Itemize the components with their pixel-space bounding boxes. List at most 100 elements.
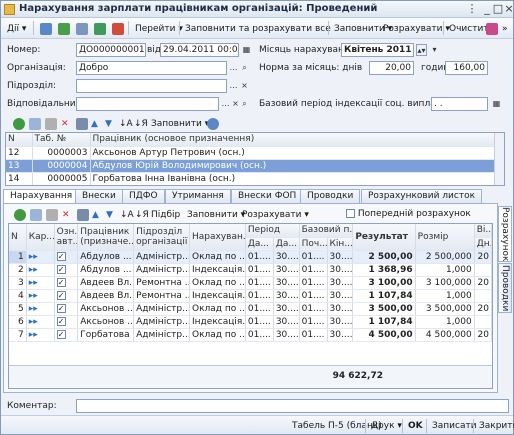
organization-field[interactable]: Добро xyxy=(76,61,227,75)
calendar-icon[interactable]: ▦ xyxy=(241,44,252,56)
main-toolbar: Дії ▾ Перейти ▾ Заповнити та розрахувати… xyxy=(1,18,513,39)
column-header-base-to[interactable]: Кін... xyxy=(327,237,354,251)
column-header-base-period[interactable]: Базовий п... xyxy=(299,224,354,238)
actions-menu[interactable]: Дії ▾ xyxy=(3,20,30,36)
table-row[interactable]: 6 ▸▸ ✓ Аксьонов ... Адміністр... Індекса… xyxy=(9,315,492,329)
table-row[interactable]: 14 0000005 Горбатова Інна Іванівна (осн.… xyxy=(6,172,504,185)
column-header-kar[interactable]: Кар... xyxy=(26,224,55,251)
tab-contributions[interactable]: Внески xyxy=(75,189,123,203)
auto-checkbox[interactable]: ✓ xyxy=(54,289,79,303)
column-header-n[interactable]: N xyxy=(9,224,27,251)
tab-fop-contributions[interactable]: Внески ФОП xyxy=(231,189,304,203)
side-tab-postings[interactable]: Проводки xyxy=(498,263,512,313)
month-label: Місяць нарахуван... xyxy=(259,45,353,55)
table-row[interactable]: 12 0000003 Аксьонов Артур Петрович (осн.… xyxy=(6,146,504,160)
auto-checkbox[interactable]: ✓ xyxy=(54,276,79,290)
column-header-department[interactable]: Підрозділ організації xyxy=(133,224,191,251)
employees-table[interactable]: N Таб. № Працівник (основое призначення)… xyxy=(5,132,505,186)
print-menu[interactable]: Друк ▾ xyxy=(367,417,406,433)
tab-payslip[interactable]: Розрахунковий листок xyxy=(361,189,483,203)
norm-hours-field[interactable]: 160,00 xyxy=(445,61,488,75)
month-field[interactable]: Квітень 2011 xyxy=(341,43,414,57)
accruals-toolbar: ✕ ▲ ▼ ↓A ↓Я Підбір Заповнити ▾ Розрахува… xyxy=(6,206,494,222)
department-label: Підрозділ: xyxy=(7,81,57,91)
bottom-bar: Табель П-5 (бланк) Друк ▾ OK Записати За… xyxy=(1,415,514,434)
close-form-button[interactable]: Закрити xyxy=(475,417,514,433)
column-header-period-to[interactable]: Да... xyxy=(273,237,300,251)
table-row[interactable]: 3 ▸▸ ✓ Авдеев Вл... Ремонтна ... Оклад п… xyxy=(9,276,492,290)
post-icon[interactable] xyxy=(90,20,110,36)
more-icon[interactable]: » xyxy=(498,20,512,36)
index-period-field[interactable]: . . xyxy=(431,97,488,111)
column-header-n[interactable]: N xyxy=(6,133,33,147)
delete-icon[interactable]: ✕ xyxy=(58,206,74,222)
table-row[interactable]: 2 ▸▸ ✓ Абдулов ... Адміністр... Індексац… xyxy=(9,263,492,277)
search-icon[interactable]: ⌕ xyxy=(239,62,250,74)
comment-field[interactable] xyxy=(76,399,509,413)
norm-days-field[interactable]: 20,00 xyxy=(369,61,414,75)
month-dropdown-icon[interactable]: ▾ xyxy=(429,44,440,56)
column-header-accrual[interactable]: Нарахуван... xyxy=(189,224,246,251)
tab-deductions[interactable]: Утримання xyxy=(165,189,231,203)
column-header-size[interactable]: Розмір xyxy=(415,224,475,251)
auto-checkbox[interactable]: ✓ xyxy=(54,250,79,264)
refresh-icon[interactable] xyxy=(54,20,74,36)
table-row[interactable]: 1 ▸▸ ✓ Абдулов ... Адміністр... Оклад по… xyxy=(9,250,492,264)
table-row[interactable]: 13 0000004 Абдулов Юрій Володимирович (о… xyxy=(6,159,504,173)
column-header-days[interactable]: Дн... xyxy=(474,237,492,251)
month-spin-icon[interactable]: ▴▾ xyxy=(416,44,427,56)
tab-postings[interactable]: Проводки xyxy=(300,189,361,203)
table-row[interactable]: 4 ▸▸ ✓ Авдеев Вл... Ремонтна ... Індекса… xyxy=(9,289,492,303)
document-window: Нарахування зарплати працівникам організ… xyxy=(0,0,514,435)
close-button[interactable]: × xyxy=(502,2,514,16)
side-tab-calc[interactable]: Розрахунок xyxy=(498,206,512,262)
list-icon[interactable] xyxy=(36,20,56,36)
move-down-icon[interactable]: ▼ xyxy=(102,206,117,222)
search-icon[interactable]: ⌕ xyxy=(239,98,250,110)
accruals-panel: ✕ ▲ ▼ ↓A ↓Я Підбір Заповнити ▾ Розрахува… xyxy=(3,203,498,393)
auto-checkbox[interactable]: ✓ xyxy=(54,315,79,329)
arrow-icon: ▸▸ xyxy=(26,302,55,316)
employees-toolbar: ✕ ▲ ▼ ↓A ↓Я Заповнити ▾ xyxy=(5,115,305,131)
number-field[interactable]: ДО000000001 xyxy=(76,43,146,57)
column-header-period[interactable]: Період xyxy=(245,224,300,238)
tab-pdfo[interactable]: ПДФО xyxy=(122,189,165,203)
move-up-icon[interactable]: ▲ xyxy=(87,115,102,131)
auto-checkbox[interactable]: ✓ xyxy=(54,302,79,316)
select-icon[interactable]: … xyxy=(228,80,239,92)
column-header-auto[interactable]: Озн... авт... xyxy=(54,224,79,251)
accruals-table[interactable]: N Кар... Озн... авт... Працівник (призна… xyxy=(8,223,493,389)
auto-checkbox[interactable]: ✓ xyxy=(54,263,79,277)
auto-checkbox[interactable]: ✓ xyxy=(54,328,79,342)
pick-button[interactable]: Підбір xyxy=(147,206,184,222)
employees-person-icon[interactable] xyxy=(203,115,223,131)
tab-accruals[interactable]: Нарахування xyxy=(3,189,80,204)
move-up-icon[interactable]: ▲ xyxy=(88,206,103,222)
calendar-icon[interactable]: ▦ xyxy=(491,98,502,110)
employees-scrollbar[interactable] xyxy=(494,133,504,185)
column-header-period-from[interactable]: Да... xyxy=(245,237,274,251)
delete-icon[interactable]: ✕ xyxy=(57,115,73,131)
select-icon[interactable]: … xyxy=(228,62,239,74)
accruals-calc-menu[interactable]: Розрахувати ▾ xyxy=(238,206,313,222)
table-row[interactable]: 5 ▸▸ ✓ Аксьонов ... Адміністр... Оклад п… xyxy=(9,302,492,316)
clear-icon[interactable]: × xyxy=(239,80,250,92)
menu-dots-icon[interactable]: ⋮ xyxy=(465,2,479,16)
index-period-label: Базовий період індексації соц. виплат: xyxy=(259,99,444,109)
fill-calc-all-button[interactable]: Заповнити та розрахувати все xyxy=(181,20,335,36)
column-header-base-from[interactable]: Поч... xyxy=(299,237,328,251)
prev-calc-checkbox[interactable]: Попередній розрахунок xyxy=(346,206,471,222)
unpost-icon[interactable] xyxy=(108,20,128,36)
move-down-icon[interactable]: ▼ xyxy=(101,115,116,131)
column-header-tab[interactable]: Таб. № xyxy=(32,133,91,147)
column-header-employee[interactable]: Працівник (призначе... xyxy=(77,224,135,251)
structure-icon[interactable] xyxy=(72,20,92,36)
ok-button[interactable]: OK xyxy=(404,417,427,433)
column-header-employee[interactable]: Працівник (основое призначення) xyxy=(90,133,504,147)
column-header-result[interactable]: Результат xyxy=(352,224,416,251)
table-row[interactable]: 7 ▸▸ ✓ Горбатова ... Адміністр... Оклад … xyxy=(9,328,492,342)
responsible-field[interactable] xyxy=(76,97,219,111)
column-header-extra[interactable]: Ві... xyxy=(474,224,492,238)
department-field[interactable] xyxy=(76,79,227,93)
date-field[interactable]: 29.04.2011 00:00:00 xyxy=(160,43,239,57)
